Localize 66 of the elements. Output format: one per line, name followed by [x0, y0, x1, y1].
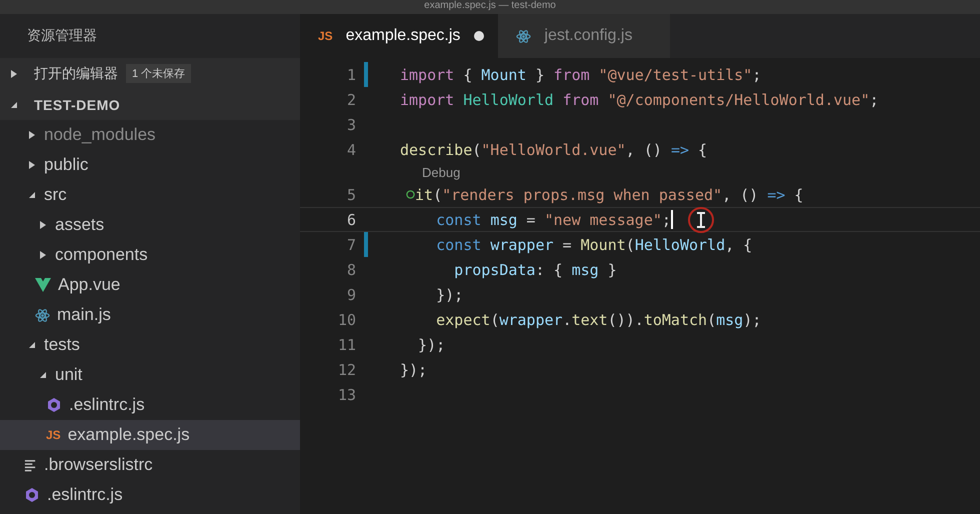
line-number: 11: [336, 336, 356, 354]
editor-tab[interactable]: JS example.spec.js: [300, 14, 498, 58]
code-line: });: [417, 336, 446, 354]
file-item[interactable]: main.js: [0, 300, 300, 330]
code-line: it("renders props.msg when passed", () => {: [415, 186, 804, 204]
expand-arrow-icon[interactable]: [28, 160, 36, 170]
file-item[interactable]: App.vue: [0, 270, 300, 300]
editor-tab[interactable]: jest.config.js: [498, 14, 670, 58]
code-line: });: [435, 286, 464, 304]
collapse-arrow-icon[interactable]: [28, 191, 36, 199]
code-line: expect(wrapper.text()).toMatch(msg);: [435, 310, 762, 328]
line-number: 10: [336, 310, 356, 328]
code-line: });: [400, 360, 428, 378]
line-number: 12: [336, 360, 356, 378]
section-label: TEST-DEMO: [34, 96, 120, 112]
atom-file-icon: [35, 308, 50, 322]
folder-item[interactable]: components: [0, 240, 300, 270]
file-item[interactable]: JS example.spec.js: [0, 420, 300, 450]
expand-arrow-icon[interactable]: [28, 130, 36, 140]
folder-item[interactable]: unit: [0, 360, 300, 390]
line-number: 3: [346, 116, 356, 134]
js-file-icon: JS: [318, 29, 333, 43]
collapse-arrow-icon[interactable]: [10, 100, 18, 108]
window-title: example.spec.js — test-demo: [424, 0, 556, 12]
code-line: const msg = "new message";: [435, 210, 671, 228]
folder-item[interactable]: node_modules: [0, 120, 300, 150]
collapse-arrow-icon[interactable]: [39, 371, 47, 379]
atom-file-icon: [516, 28, 532, 44]
line-number: 2: [346, 90, 356, 108]
code-line: describe("HelloWorld.vue", () => {: [400, 140, 708, 158]
line-number: 7: [346, 236, 356, 254]
js-file-icon: JS: [46, 428, 61, 442]
expand-arrow-icon[interactable]: [39, 250, 47, 260]
line-number: 9: [346, 286, 356, 304]
line-number: 1: [346, 66, 356, 84]
folder-item[interactable]: tests: [0, 330, 300, 360]
unsaved-badge: 1 个未保存: [126, 64, 192, 83]
line-number: 8: [346, 260, 356, 278]
folder-item[interactable]: public: [0, 150, 300, 180]
expand-arrow-icon[interactable]: [39, 220, 47, 230]
code-line: import HelloWorld from "@/components/HelloWorld.vue";: [400, 90, 879, 108]
code-line: import { Mount } from "@vue/test-utils";: [400, 66, 762, 84]
debug-codelens[interactable]: Debug: [422, 164, 460, 180]
file-item[interactable]: .eslintrc.js: [0, 390, 300, 420]
line-number: 5: [346, 186, 356, 204]
expand-arrow-icon[interactable]: [10, 68, 18, 78]
line-number: 6: [346, 210, 356, 228]
section-label: 打开的编辑器: [34, 64, 118, 82]
folder-item[interactable]: src: [0, 180, 300, 210]
eslint-file-icon: [24, 487, 40, 503]
line-number: 13: [336, 386, 356, 404]
section-header[interactable]: TEST-DEMO: [0, 89, 300, 120]
vue-file-icon: [35, 278, 51, 292]
code-line: const wrapper = Mount(HelloWorld, {: [435, 236, 752, 254]
sidebar-title: 资源管理器: [27, 27, 97, 45]
text-file-icon: [24, 458, 37, 472]
eslint-file-icon: [46, 397, 62, 413]
text-cursor: [670, 210, 673, 229]
code-line: propsData: { msg }: [453, 260, 617, 278]
file-item[interactable]: .browserslistrc: [0, 450, 300, 480]
section-header[interactable]: 打开的编辑器 1 个未保存: [0, 58, 300, 89]
mouse-pointer-icon: [686, 206, 715, 234]
folder-item[interactable]: assets: [0, 210, 300, 240]
line-number: 4: [346, 140, 356, 158]
file-item[interactable]: .eslintrc.js: [0, 480, 300, 510]
collapse-arrow-icon[interactable]: [28, 341, 36, 349]
